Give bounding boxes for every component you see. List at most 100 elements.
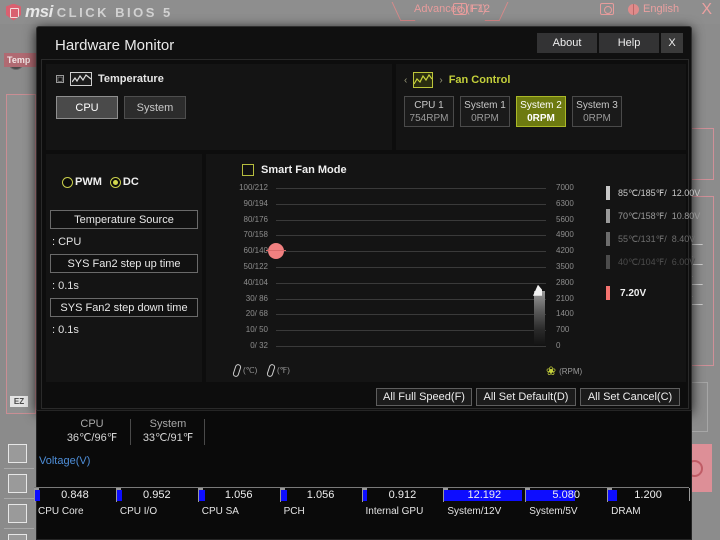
thermometer-celsius-icon xyxy=(232,363,242,378)
cpu-temp-value: 36℃/96℉ xyxy=(66,432,118,444)
all-set-cancel-button[interactable]: All Set Cancel(C) xyxy=(580,388,680,406)
background-panel xyxy=(6,94,36,414)
smart-fan-mode-label: Smart Fan Mode xyxy=(261,164,347,176)
voltage-value: 1.056 xyxy=(306,489,335,501)
voltage-axis-end xyxy=(689,488,690,501)
voltage-tick-cap xyxy=(607,488,613,490)
voltage-tick-cap xyxy=(197,488,203,490)
fan-rpm: 0RPM xyxy=(471,112,499,124)
search-icon xyxy=(600,3,614,15)
pwm-label: PWM xyxy=(75,176,102,188)
all-set-default-button[interactable]: All Set Default(D) xyxy=(476,388,576,406)
tab-system[interactable]: System xyxy=(124,96,186,119)
globe-icon xyxy=(628,3,639,15)
temperature-source-button[interactable]: Temperature Source xyxy=(50,210,198,229)
bios-left-rail xyxy=(0,24,36,540)
prev-fan-icon[interactable]: ‹ xyxy=(404,75,407,86)
collapse-icon[interactable]: ◻ xyxy=(56,75,64,83)
temperature-panel: ◻ Temperature CPU System xyxy=(46,64,392,150)
voltage-item: 1.056 xyxy=(279,488,362,504)
about-button[interactable]: About xyxy=(537,33,597,53)
voltage-tick-cap xyxy=(34,488,39,490)
dc-label: DC xyxy=(122,176,139,188)
rail-icon-monitor[interactable] xyxy=(8,444,27,463)
ez-mode-badge[interactable]: EZ xyxy=(10,396,28,407)
language-control[interactable]: English xyxy=(628,3,679,15)
fan-rpm: 0RPM xyxy=(527,112,555,124)
msi-logo: msi CLICK BIOS 5 xyxy=(6,2,173,22)
legend-entry: 85℃/185℉/ 12.00V xyxy=(618,188,701,198)
fan-button-system3[interactable]: System 3 0RPM xyxy=(572,96,622,127)
voltage-item: 12.192 xyxy=(443,488,525,504)
bios-topbar: msi CLICK BIOS 5 Advanced (F7) F12 Engli… xyxy=(0,0,720,24)
celsius-axis-legend: (℃) xyxy=(232,363,257,378)
status-divider xyxy=(204,419,205,445)
voltage-value: 0.952 xyxy=(143,489,171,501)
voltage-tick-cap xyxy=(361,488,367,490)
fahrenheit-unit: (℉) xyxy=(277,366,290,375)
voltage-bar-row: 0.848 0.952 1.056 1.056 0.912 12.192 5.080 1.20… xyxy=(34,488,689,504)
all-full-speed-button[interactable]: All Full Speed(F) xyxy=(376,388,472,406)
fan-button-system2[interactable]: System 2 0RPM xyxy=(516,96,566,127)
screenshot-control[interactable]: F12 xyxy=(453,3,490,15)
help-button[interactable]: Help xyxy=(599,33,659,53)
voltage-label: CPU SA xyxy=(201,506,239,517)
voltage-item: 1.200 xyxy=(607,488,689,504)
fan-curve-panel: Smart Fan Mode 100/212 90/194 80/176 70/158… xyxy=(206,154,700,382)
fan-button-cpu1[interactable]: CPU 1 754RPM xyxy=(404,96,454,127)
tab-cpu[interactable]: CPU xyxy=(56,96,118,119)
step-down-time-button[interactable]: SYS Fan2 step down time xyxy=(50,298,198,317)
voltage-item: 5.080 xyxy=(525,488,607,504)
fan-chart-icon xyxy=(413,72,434,88)
rail-divider xyxy=(4,498,34,499)
fan-name: System 3 xyxy=(576,99,618,111)
voltage-label: Internal GPU xyxy=(365,506,424,517)
fan-curve-graph[interactable]: 100/212 90/194 80/176 70/158 60/140 50/122 40/… xyxy=(206,182,700,360)
legend-swatch xyxy=(606,209,610,223)
fan-name: System 2 xyxy=(520,99,562,111)
fan-control-header: ‹ › Fan Control xyxy=(404,72,510,88)
legend-swatch xyxy=(606,186,610,200)
rail-divider xyxy=(4,528,34,529)
search-control[interactable] xyxy=(600,3,614,15)
dialog-close-button[interactable]: X xyxy=(661,33,683,53)
voltage-value: 5.080 xyxy=(552,489,580,501)
fan-rpm: 0RPM xyxy=(583,112,611,124)
hardware-monitor-dialog: Hardware Monitor About Help X ◻ Temperat… xyxy=(36,26,700,412)
graph-legend: 85℃/185℉/ 12.00V 70℃/158℉/ 10.80V 55℃/131℉… xyxy=(206,182,700,360)
thermometer-fahrenheit-icon xyxy=(266,363,276,378)
legend-entry: 70℃/158℉/ 10.80V xyxy=(618,211,701,221)
fan-name: System 1 xyxy=(464,99,506,111)
dc-radio[interactable] xyxy=(109,176,121,188)
voltage-value: 0.912 xyxy=(388,489,417,501)
close-icon[interactable]: X xyxy=(701,1,712,19)
status-divider xyxy=(130,419,131,445)
system-temp-value: 33℃/91℉ xyxy=(142,432,194,444)
step-up-time-button[interactable]: SYS Fan2 step up time xyxy=(50,254,198,273)
legend-entry: 40℃/104℉/ 6.00V xyxy=(618,257,696,267)
voltage-item: 0.912 xyxy=(361,488,444,504)
legend-swatch xyxy=(606,255,610,269)
next-fan-icon[interactable]: › xyxy=(439,75,442,86)
pwm-radio[interactable] xyxy=(62,176,73,188)
legend-swatch xyxy=(606,232,610,246)
voltage-label: System/12V xyxy=(447,506,502,517)
voltage-label: CPU Core xyxy=(38,506,84,517)
fahrenheit-axis-legend: (℉) xyxy=(266,363,290,378)
temperature-panel-header: ◻ Temperature xyxy=(56,72,164,86)
voltage-label: DRAM xyxy=(611,506,641,517)
smart-fan-mode-checkbox[interactable] xyxy=(242,164,254,176)
cpu-temp-label: CPU xyxy=(80,418,104,430)
fan-rpm: 754RPM xyxy=(409,112,449,124)
voltage-tick-cap xyxy=(443,488,449,490)
rail-icon-boot[interactable] xyxy=(8,504,27,523)
fan-button-system1[interactable]: System 1 0RPM xyxy=(460,96,510,127)
legend-entry-current: 7.20V xyxy=(620,288,647,299)
smart-fan-mode-row[interactable]: Smart Fan Mode xyxy=(242,164,347,176)
step-down-time-value: : 0.1s xyxy=(52,324,79,336)
rail-icon-settings[interactable] xyxy=(8,534,27,540)
fan-control-panel: ‹ › Fan Control CPU 1 754RPM System 1 0R… xyxy=(396,64,686,197)
rail-icon-fan[interactable] xyxy=(8,474,27,493)
fan-settings-panel: PWM DC Temperature Source : CPU SYS Fan2… xyxy=(46,154,202,382)
voltage-value: 0.848 xyxy=(61,489,89,501)
